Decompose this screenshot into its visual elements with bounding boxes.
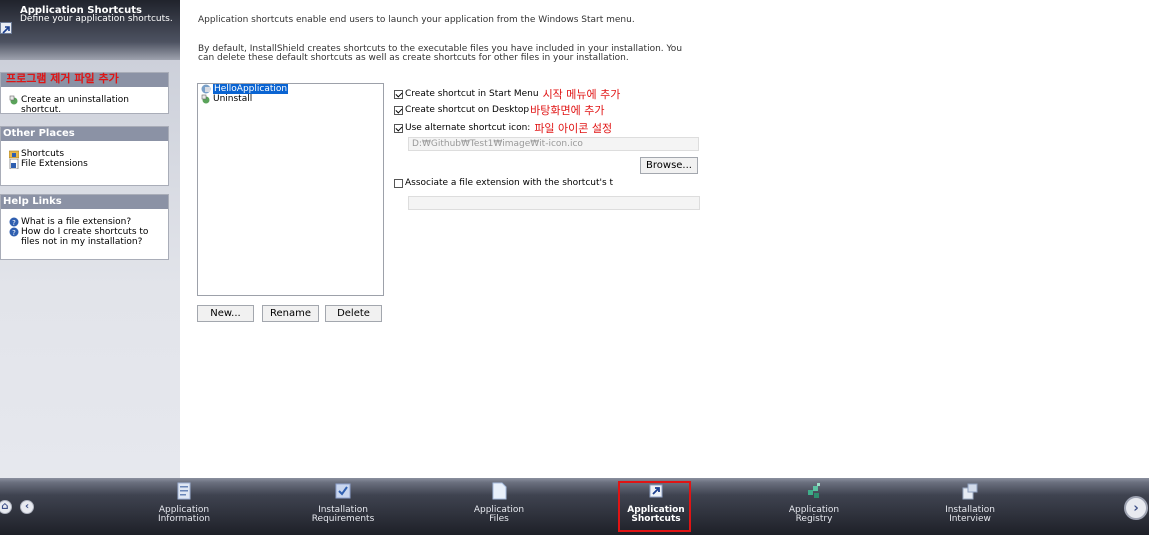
- folder-icon: [8, 149, 20, 159]
- help-link-shortcuts-not-installed[interactable]: ? How do I create shortcuts to files not…: [1, 227, 168, 247]
- installation-interview-icon: [962, 482, 978, 500]
- intro-text-1: Application shortcuts enable end users t…: [198, 15, 635, 25]
- alt-icon-check[interactable]: [394, 123, 403, 133]
- associate-extension-checkbox[interactable]: Associate a file extension with the shor…: [394, 178, 613, 188]
- svg-text:?: ?: [12, 219, 16, 227]
- start-menu-label: Create shortcut in Start Menu: [405, 89, 539, 99]
- associate-extension-check[interactable]: [394, 178, 403, 188]
- bottom-navigation: ⌂ ‹ Application Information Installation…: [0, 478, 1149, 535]
- annotation-uninstall-note: 프로그램 제거 파일 추가: [6, 72, 119, 85]
- list-item-uninstall[interactable]: Uninstall: [198, 94, 383, 104]
- nav-installation-requirements[interactable]: Installation Requirements: [293, 480, 393, 524]
- task-create-uninstall-label: Create an uninstallation shortcut.: [21, 95, 129, 115]
- alt-icon-label: Use alternate shortcut icon:: [405, 123, 531, 133]
- main-content: Application shortcuts enable end users t…: [181, 0, 1149, 478]
- associate-extension-label: Associate a file extension with the shor…: [405, 178, 614, 188]
- alt-icon-checkbox[interactable]: Use alternate shortcut icon: 파일 아이콘 설정: [394, 120, 612, 136]
- nav-application-files[interactable]: Application Files: [449, 480, 549, 524]
- help-link-shortcuts-not-installed-label: How do I create shortcuts to files not i…: [21, 227, 149, 247]
- home-icon[interactable]: ⌂: [0, 500, 12, 514]
- svg-text:?: ?: [12, 229, 16, 237]
- help-link-file-extension[interactable]: ? What is a file extension?: [1, 217, 168, 227]
- help-link-file-extension-label: What is a file extension?: [21, 217, 132, 227]
- nav-installation-interview-line2: Interview: [949, 514, 991, 524]
- nav-application-information[interactable]: Application Information: [134, 480, 234, 524]
- application-registry-icon: [806, 482, 822, 500]
- other-places-file-extensions-label: File Extensions: [21, 159, 88, 169]
- intro-text-2: By default, InstallShield creates shortc…: [198, 44, 683, 63]
- help-icon: ?: [9, 227, 19, 237]
- nav-installation-interview[interactable]: Installation Interview: [920, 480, 1020, 524]
- list-item-helloapplication-label: HelloApplication: [213, 84, 289, 94]
- task-create-uninstall-shortcut[interactable]: Create an uninstallation shortcut.: [1, 95, 168, 115]
- application-icon: [201, 84, 212, 94]
- nav-application-registry-line2: Registry: [795, 514, 833, 524]
- application-files-icon: [491, 482, 507, 500]
- browse-button[interactable]: Browse...: [640, 157, 698, 174]
- desktop-annotation: 바탕화면에 추가: [530, 104, 605, 117]
- help-links-header: Help Links: [1, 195, 168, 209]
- back-arrow-icon[interactable]: ‹: [20, 500, 34, 514]
- delete-shortcut-button[interactable]: Delete: [325, 305, 382, 322]
- nav-application-registry[interactable]: Application Registry: [764, 480, 864, 524]
- file-extension-field[interactable]: [408, 196, 700, 210]
- help-links-panel: Help Links ? What is a file extension? ?…: [0, 194, 169, 260]
- list-item-uninstall-label: Uninstall: [213, 94, 253, 104]
- start-menu-check[interactable]: [394, 89, 403, 99]
- new-shortcut-button[interactable]: New...: [197, 305, 254, 322]
- nav-application-information-line2: Information: [157, 514, 211, 524]
- help-icon: ?: [9, 217, 19, 227]
- shortcut-list[interactable]: HelloApplication Uninstall: [197, 83, 384, 296]
- left-task-pane: Application Shortcuts Define your applic…: [0, 0, 180, 478]
- other-places-header: Other Places: [1, 127, 168, 141]
- nav-installation-requirements-line2: Requirements: [311, 514, 375, 524]
- icon-path-field[interactable]: D:₩Github₩Test1₩image₩it-icon.ico: [408, 137, 699, 151]
- next-arrow-icon[interactable]: ›: [1124, 496, 1148, 520]
- page-subtitle: Define your application shortcuts.: [20, 14, 173, 24]
- list-item-helloapplication[interactable]: HelloApplication: [198, 84, 383, 94]
- nav-application-files-line2: Files: [489, 514, 509, 524]
- uninstall-icon: [201, 94, 212, 104]
- application-information-icon: [176, 482, 192, 500]
- rename-shortcut-button[interactable]: Rename: [262, 305, 319, 322]
- installation-requirements-icon: [335, 482, 351, 500]
- desktop-checkbox[interactable]: Create shortcut on Desktop 바탕화면에 추가: [394, 102, 604, 118]
- tasks-panel: 프로그램 제거 파일 추가 Create an uninstallation s…: [0, 72, 169, 115]
- shortcut-arrow-icon: [0, 22, 12, 34]
- desktop-check[interactable]: [394, 105, 403, 115]
- desktop-label: Create shortcut on Desktop: [405, 105, 530, 115]
- other-places-panel: Other Places Shortcuts File Extensions: [0, 126, 169, 186]
- alt-icon-annotation: 파일 아이콘 설정: [534, 122, 613, 135]
- other-places-file-extensions[interactable]: File Extensions: [1, 158, 168, 170]
- other-places-shortcuts[interactable]: Shortcuts: [1, 149, 168, 159]
- page-header: Application Shortcuts Define your applic…: [0, 0, 180, 60]
- uninstall-shortcut-icon: [9, 95, 19, 105]
- start-menu-checkbox[interactable]: Create shortcut in Start Menu 시작 메뉴에 추가: [394, 86, 620, 102]
- tasks-panel-header: 프로그램 제거 파일 추가: [1, 72, 168, 87]
- active-step-highlight: [618, 481, 691, 532]
- start-menu-annotation: 시작 메뉴에 추가: [542, 88, 621, 101]
- other-places-shortcuts-label: Shortcuts: [21, 149, 65, 159]
- file-extensions-icon: [9, 158, 19, 170]
